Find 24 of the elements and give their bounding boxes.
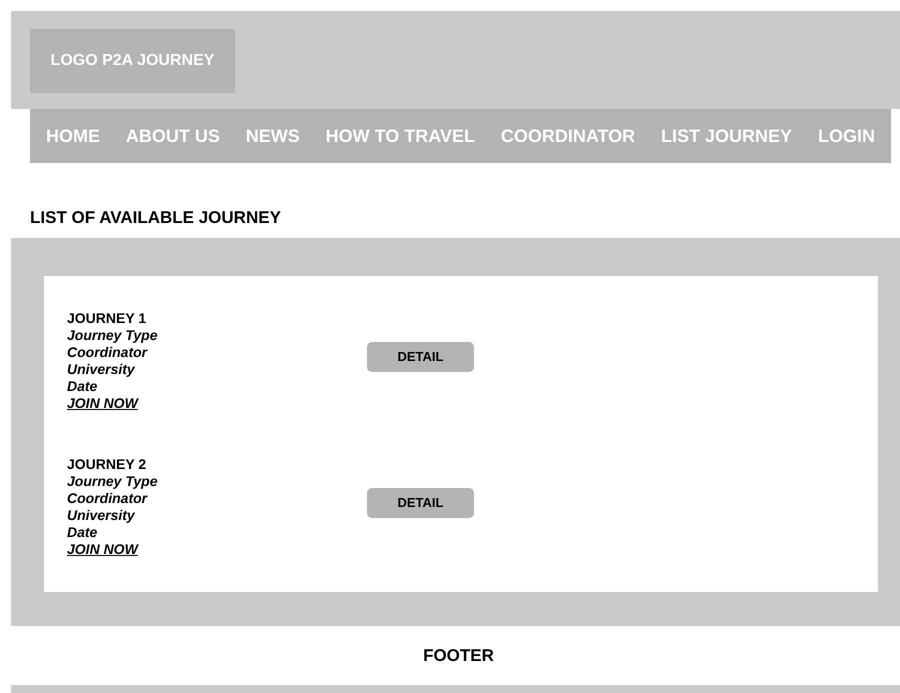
journey-detail: Date (67, 524, 98, 541)
detail-button[interactable]: DETAIL (367, 342, 474, 372)
journey-detail: Coordinator (67, 490, 149, 507)
journey-title: JOURNEY 2 (67, 456, 148, 473)
nav-link[interactable]: LOGIN (818, 122, 875, 150)
journey-detail: Date (67, 378, 98, 395)
journey-detail: Journey Type (67, 473, 159, 490)
nav-link[interactable]: LIST JOURNEY (661, 122, 792, 150)
journey-detail: Coordinator (67, 344, 149, 361)
section-heading: LIST OF AVAILABLE JOURNEY (29, 207, 282, 229)
nav-link[interactable]: NEWS (246, 122, 300, 150)
join-now-link[interactable]: JOIN NOW (67, 541, 138, 558)
footer-text: FOOTER (422, 644, 494, 667)
join-now-link[interactable]: JOIN NOW (67, 395, 138, 412)
nav-link[interactable]: HOME (46, 122, 100, 150)
logo: LOGO P2A JOURNEY (30, 29, 235, 93)
detail-button[interactable]: DETAIL (367, 488, 474, 518)
journey-title: JOURNEY 1 (67, 310, 148, 327)
journey-detail: University (67, 361, 136, 378)
nav-link[interactable]: COORDINATOR (500, 122, 636, 150)
journey-detail: Journey Type (67, 327, 159, 344)
nav-link[interactable]: ABOUT US (126, 122, 220, 150)
nav-link[interactable]: HOW TO TRAVEL (326, 122, 475, 150)
journey-detail: University (67, 507, 136, 524)
